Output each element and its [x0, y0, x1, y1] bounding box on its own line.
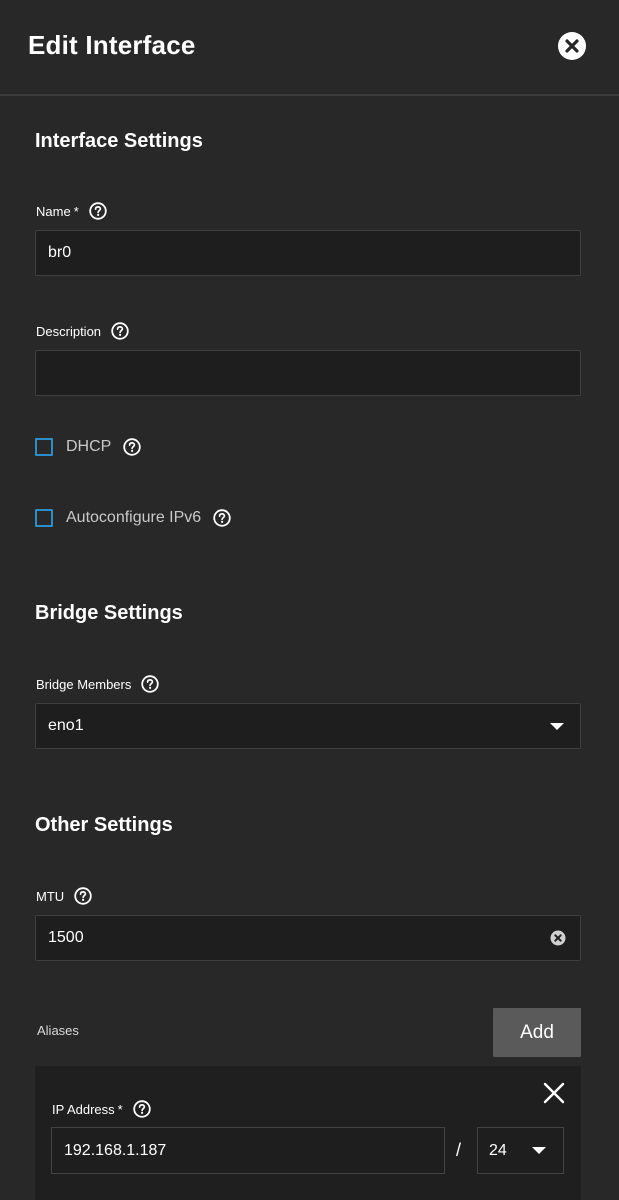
close-button[interactable]: [558, 32, 586, 60]
ip-address-input[interactable]: 192.168.1.187: [51, 1127, 445, 1174]
help-icon[interactable]: [123, 438, 142, 456]
close-circle-icon: [565, 39, 579, 53]
help-icon[interactable]: [213, 509, 231, 527]
help-icon[interactable]: [89, 202, 107, 220]
help-icon[interactable]: [111, 322, 129, 340]
description-field-label: Description: [36, 322, 129, 340]
caret-down-icon: [550, 723, 564, 730]
mtu-input-value: 1500: [48, 929, 84, 946]
ip-address-label-text: IP Address: [52, 1101, 115, 1117]
dhcp-row: DHCP: [35, 436, 142, 458]
bridge-members-label-text: Bridge Members: [36, 676, 132, 692]
autoconfigure-ipv6-label: Autoconfigure IPv6: [66, 509, 202, 526]
mtu-field-label: MTU: [36, 887, 92, 905]
bridge-members-value: eno1: [48, 717, 84, 734]
netmask-separator: /: [456, 1140, 462, 1160]
help-icon[interactable]: [141, 675, 160, 693]
name-input[interactable]: br0: [35, 230, 581, 276]
netmask-select[interactable]: 24: [477, 1127, 564, 1174]
name-input-value: br0: [48, 244, 72, 261]
description-input[interactable]: [35, 350, 581, 396]
dhcp-label: DHCP: [66, 438, 112, 455]
aliases-label: Aliases: [37, 1023, 79, 1038]
help-icon[interactable]: [133, 1100, 151, 1118]
dhcp-checkbox[interactable]: [35, 438, 53, 456]
bridge-members-select[interactable]: eno1: [35, 703, 581, 749]
add-alias-button[interactable]: Add: [493, 1008, 581, 1057]
ip-address-field-label: IP Address *: [52, 1100, 151, 1118]
panel-title: Edit Interface: [28, 30, 196, 60]
name-label-text: Name: [36, 203, 71, 219]
mtu-label-text: MTU: [36, 888, 65, 904]
autoconfigure-ipv6-row: Autoconfigure IPv6: [35, 507, 231, 529]
other-settings-title: Other Settings: [35, 814, 173, 836]
help-icon[interactable]: [74, 887, 92, 905]
bridge-settings-title: Bridge Settings: [35, 602, 183, 624]
x-icon: [543, 1082, 565, 1104]
bridge-members-field-label: Bridge Members: [36, 675, 160, 693]
mtu-input[interactable]: 1500: [35, 915, 581, 961]
interface-settings-title: Interface Settings: [35, 130, 203, 152]
description-label-text: Description: [36, 323, 102, 339]
ip-address-required-mark: *: [117, 1101, 123, 1117]
caret-down-icon: [532, 1147, 546, 1154]
autoconfigure-ipv6-checkbox[interactable]: [35, 509, 53, 527]
name-field-label: Name *: [36, 202, 107, 220]
remove-alias-button[interactable]: [543, 1082, 565, 1104]
netmask-value: 24: [489, 1142, 507, 1159]
name-required-mark: *: [73, 203, 79, 219]
clear-icon[interactable]: [550, 930, 566, 946]
panel-header: Edit Interface: [0, 0, 619, 96]
ip-address-value: 192.168.1.187: [64, 1142, 167, 1159]
edit-interface-panel: Edit Interface Interface Settings Name *…: [0, 0, 619, 1200]
